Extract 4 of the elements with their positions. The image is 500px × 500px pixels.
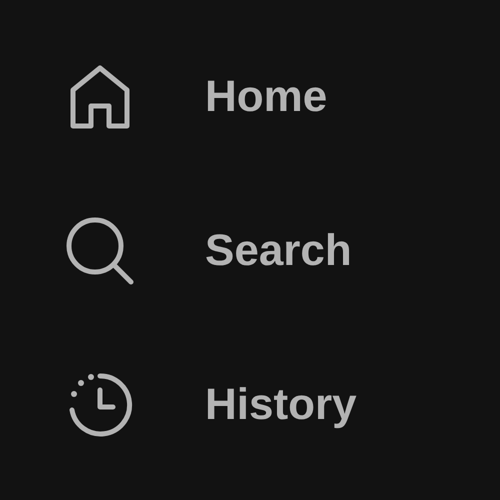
nav-link[interactable]: History — [205, 372, 357, 438]
search-icon — [65, 216, 135, 286]
nav-link[interactable]: Search — [205, 218, 352, 284]
nav-link[interactable]: Home — [205, 64, 328, 130]
